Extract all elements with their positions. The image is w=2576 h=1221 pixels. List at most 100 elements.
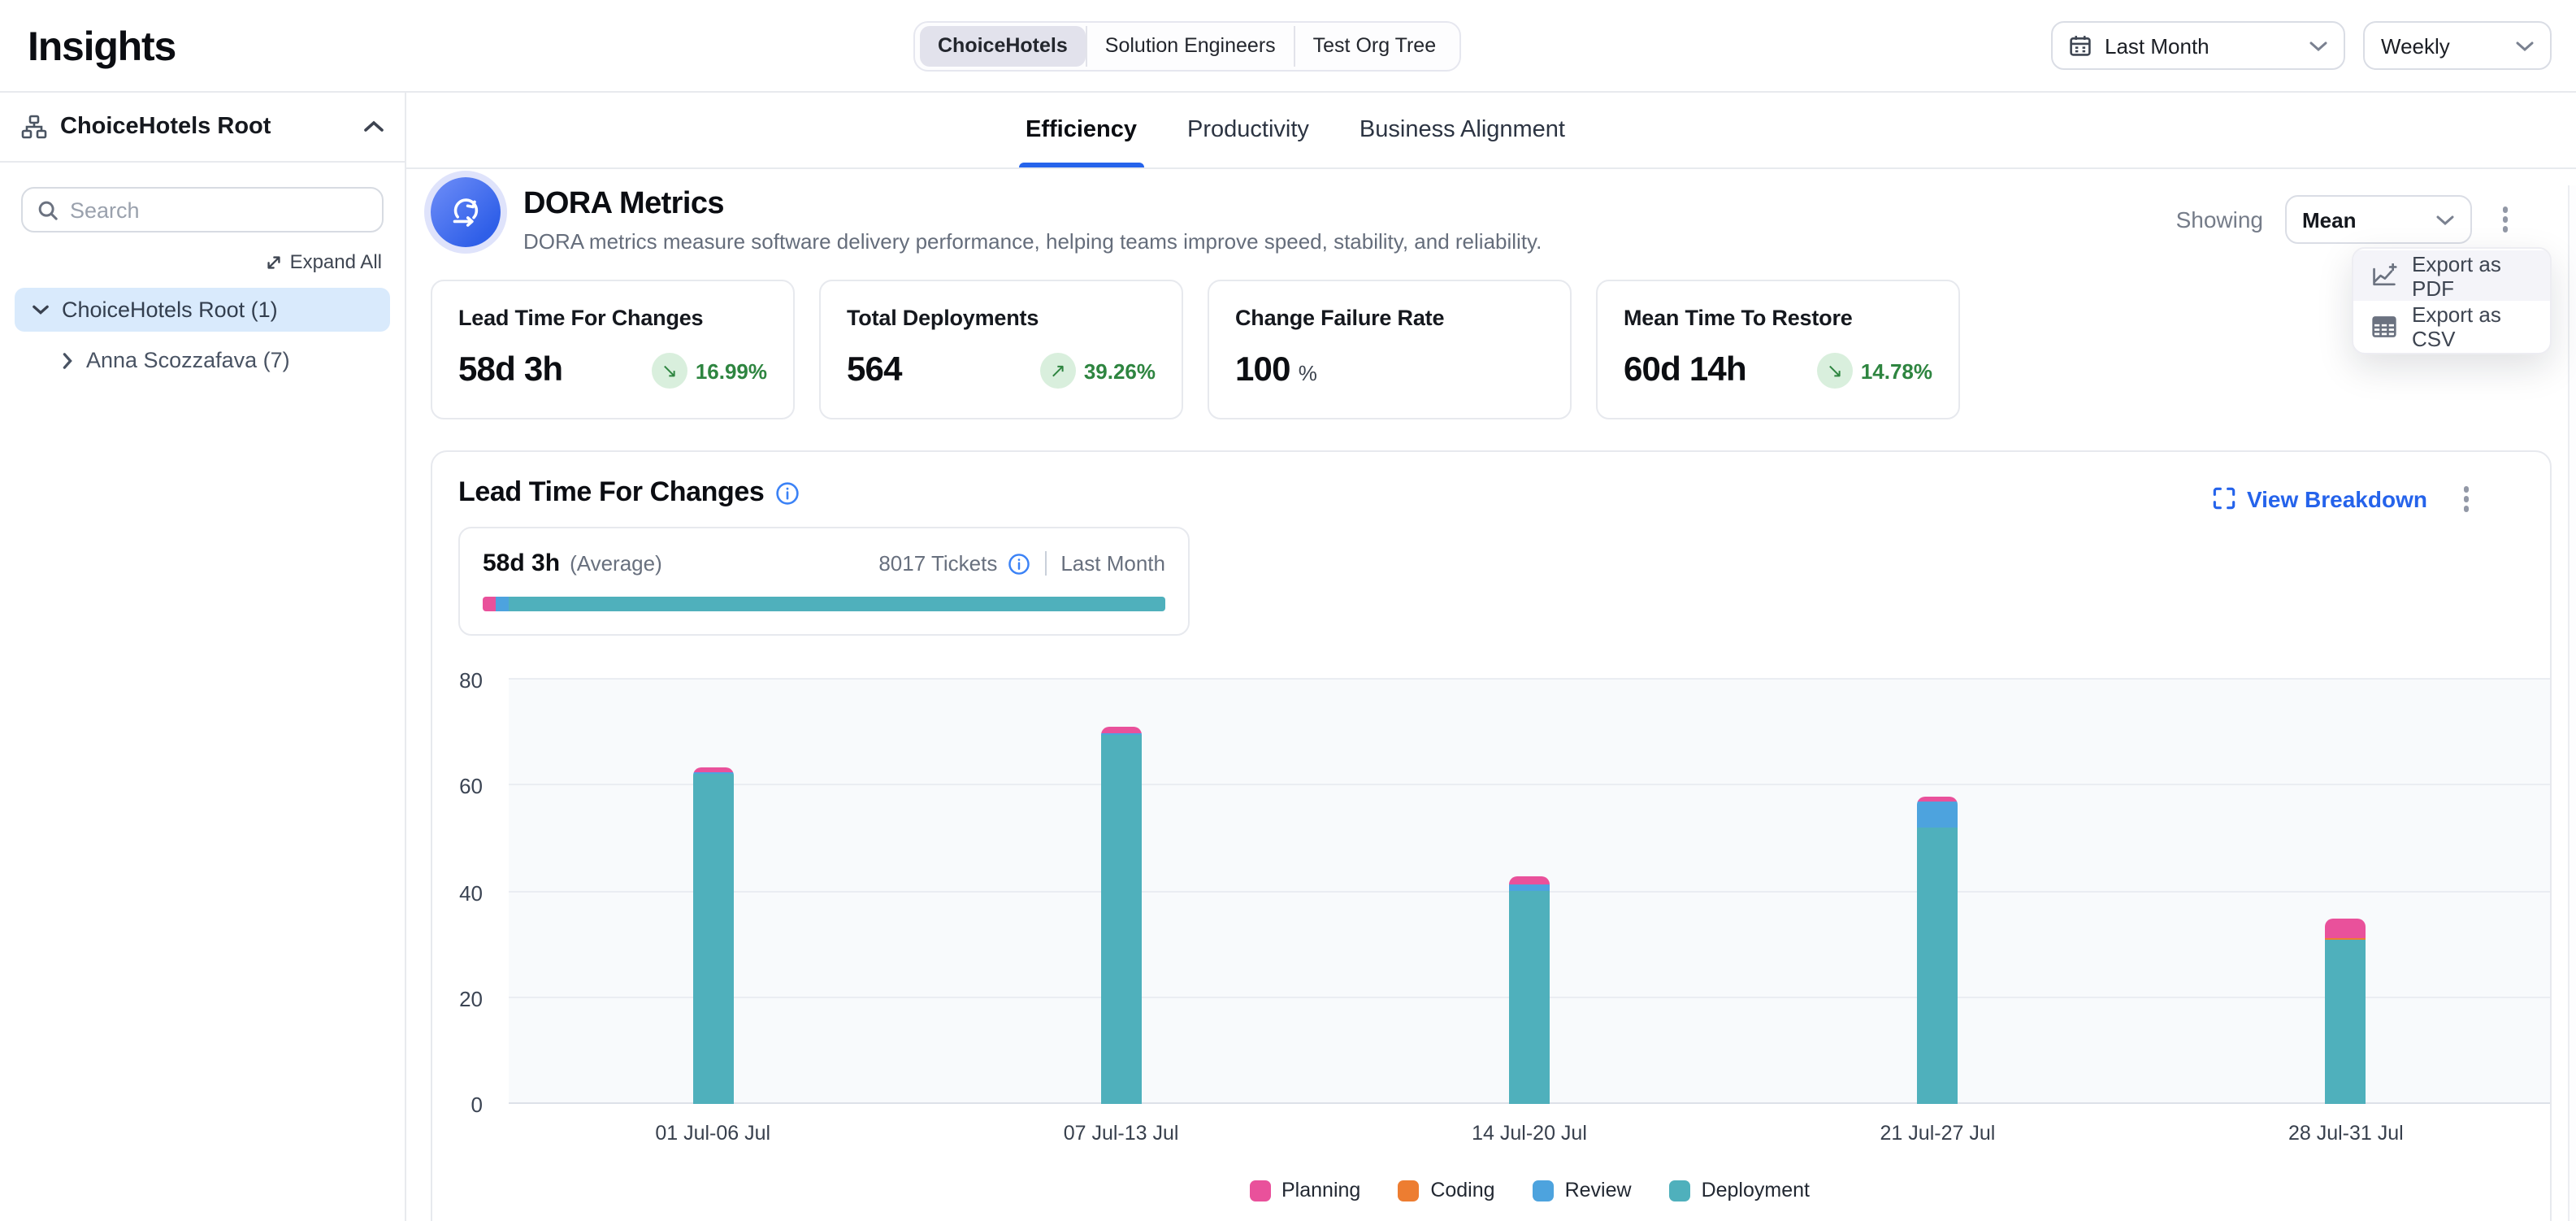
top-header: Insights ChoiceHotels Solution Engineers… [0, 0, 2576, 93]
page-title: Insights [28, 24, 176, 72]
bar-slot [1733, 680, 2141, 1104]
export-pdf-menu-item[interactable]: Export as PDF [2353, 250, 2550, 301]
aggregation-value: Mean [2302, 207, 2356, 232]
expand-all-button[interactable]: Expand All [23, 250, 382, 273]
metric-tabs: Efficiency Productivity Business Alignme… [406, 93, 2576, 169]
legend-item-planning[interactable]: Planning [1249, 1179, 1360, 1201]
bar-segment-planning [1509, 876, 1550, 884]
expand-arrows-icon [266, 253, 284, 271]
chevron-down-icon[interactable] [33, 304, 49, 315]
tree-node-root[interactable]: ChoiceHotels Root (1) [15, 288, 390, 332]
card-value: 60d 14h [1624, 351, 1746, 390]
chart-kebab-menu-button[interactable] [2453, 480, 2478, 518]
progress-review-segment [495, 597, 509, 611]
scrollbar[interactable] [2568, 185, 2576, 1221]
card-title: Total Deployments [847, 306, 1156, 330]
legend-item-deployment[interactable]: Deployment [1669, 1179, 1810, 1201]
bar-stack[interactable] [2326, 919, 2366, 1104]
dora-metric-cards: Lead Time For Changes 58d 3h ↘ 16.99% To… [431, 280, 1960, 419]
org-switcher: ChoiceHotels Solution Engineers Test Org… [913, 21, 1460, 72]
average-note: (Average) [570, 551, 662, 576]
bar-stack[interactable] [1917, 797, 1958, 1104]
tab-productivity[interactable]: Productivity [1187, 93, 1309, 167]
tree-node-label: ChoiceHotels Root (1) [62, 298, 278, 322]
chevron-down-icon [2516, 40, 2534, 51]
bar-segment-deployment [2326, 940, 2366, 1104]
divider [1044, 551, 1046, 576]
tree-node-child[interactable]: Anna Scozzafava (7) [44, 340, 390, 380]
card-value: 100 [1235, 351, 1290, 390]
bar-segment-planning [2326, 919, 2366, 937]
bars-layer [509, 680, 2550, 1104]
card-unit: % [1299, 361, 1317, 385]
export-csv-menu-item[interactable]: Export as CSV [2353, 301, 2550, 351]
dora-kebab-menu-button[interactable] [2492, 201, 2517, 239]
card-title: Mean Time To Restore [1624, 306, 1932, 330]
org-tab-choicehotels[interactable]: ChoiceHotels [920, 26, 1086, 67]
tab-efficiency[interactable]: Efficiency [1026, 93, 1137, 167]
legend-item-coding[interactable]: Coding [1398, 1179, 1494, 1201]
bar-slot [1325, 680, 1733, 1104]
info-icon[interactable] [775, 480, 800, 505]
date-range-value: Last Month [2105, 33, 2210, 58]
progress-deployment-segment [509, 597, 1165, 611]
org-tree: ChoiceHotels Root (1) Anna Scozzafava (7… [0, 288, 405, 380]
sidebar-search[interactable] [21, 187, 384, 232]
org-tab-solution-engineers[interactable]: Solution Engineers [1086, 26, 1294, 67]
trend-percent: 39.26% [1084, 358, 1156, 383]
card-total-deployments[interactable]: Total Deployments 564 ↗ 39.26% [819, 280, 1183, 419]
legend-item-review[interactable]: Review [1533, 1179, 1632, 1201]
org-tree-sidebar: ChoiceHotels Root Expand All [0, 93, 406, 1221]
x-axis-labels: 01 Jul-06 Jul07 Jul-13 Jul14 Jul-20 Jul2… [509, 1122, 2550, 1145]
y-tick-label: 0 [471, 1093, 483, 1117]
period-label: Last Month [1060, 551, 1165, 576]
granularity-value: Weekly [2381, 33, 2450, 58]
chevron-down-icon [2435, 214, 2453, 225]
aggregation-select[interactable]: Mean [2284, 195, 2471, 244]
chevron-down-icon [2309, 40, 2327, 51]
y-axis: 020406080 [432, 680, 497, 1104]
info-icon[interactable] [1007, 552, 1030, 575]
trend-percent: 14.78% [1861, 358, 1932, 383]
sidebar-header[interactable]: ChoiceHotels Root [0, 93, 405, 163]
chart-export-icon [2371, 263, 2397, 289]
org-tab-test-org-tree[interactable]: Test Org Tree [1294, 26, 1454, 67]
card-lead-time-for-changes[interactable]: Lead Time For Changes 58d 3h ↘ 16.99% [431, 280, 795, 419]
bar-stack[interactable] [1101, 727, 1142, 1104]
bar-stack[interactable] [692, 767, 733, 1104]
x-tick-label: 21 Jul-27 Jul [1733, 1122, 2141, 1145]
export-pdf-label: Export as PDF [2412, 251, 2532, 300]
legend-label: Coding [1430, 1179, 1494, 1201]
calendar-icon [2069, 34, 2092, 57]
active-tab-underline [1019, 163, 1143, 167]
legend-swatch [1398, 1180, 1419, 1201]
dora-section-description: DORA metrics measure software delivery p… [523, 229, 1542, 254]
dora-metrics-icon [431, 177, 501, 247]
search-input[interactable] [70, 198, 346, 222]
date-range-select[interactable]: Last Month [2051, 21, 2345, 70]
bar-stack[interactable] [1509, 876, 1550, 1104]
chevron-up-icon[interactable] [364, 120, 384, 133]
x-tick-label: 28 Jul-31 Jul [2142, 1122, 2550, 1145]
table-icon [2371, 313, 2397, 339]
bar-slot [2142, 680, 2550, 1104]
global-filters: Last Month Weekly [2051, 21, 2552, 70]
legend-swatch [1533, 1180, 1554, 1201]
trend-up-arrow-icon: ↗ [1040, 353, 1076, 389]
export-csv-label: Export as CSV [2412, 302, 2532, 350]
chevron-right-icon[interactable] [62, 352, 73, 368]
tab-business-alignment[interactable]: Business Alignment [1360, 93, 1565, 167]
granularity-select[interactable]: Weekly [2363, 21, 2552, 70]
x-tick-label: 07 Jul-13 Jul [917, 1122, 1325, 1145]
view-breakdown-button[interactable]: View Breakdown [2213, 486, 2427, 512]
chart-legend: Planning Coding Review Deployment [509, 1179, 2550, 1201]
card-change-failure-rate[interactable]: Change Failure Rate 100 % [1208, 280, 1572, 419]
search-icon [37, 199, 59, 220]
legend-swatch [1249, 1180, 1270, 1201]
trend-percent: 16.99% [696, 358, 767, 383]
average-summary-box: 58d 3h (Average) 8017 Tickets Last Month [458, 527, 1190, 636]
main-content: Efficiency Productivity Business Alignme… [406, 93, 2576, 1221]
trend-down-arrow-icon: ↘ [652, 353, 687, 389]
bar-segment-deployment [692, 774, 733, 1105]
card-mean-time-to-restore[interactable]: Mean Time To Restore 60d 14h ↘ 14.78% [1596, 280, 1960, 419]
